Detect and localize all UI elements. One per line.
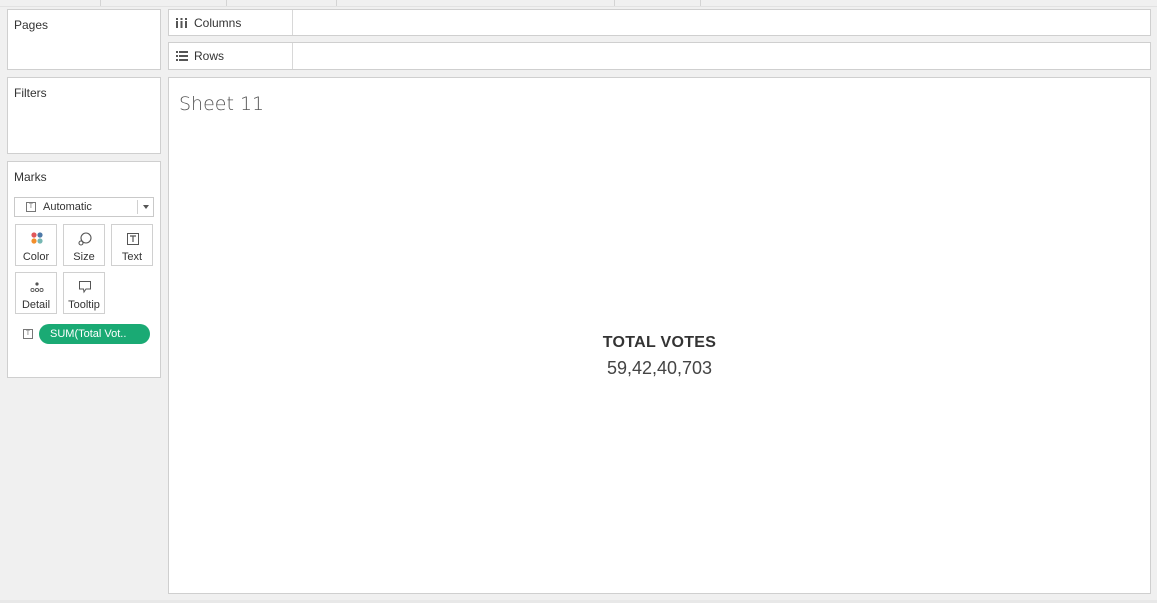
- text-mark-type-icon: T: [26, 202, 36, 212]
- text-icon: [127, 233, 139, 245]
- size-icon: [78, 232, 92, 246]
- rows-shelf-label: Rows: [169, 43, 293, 69]
- rows-label: Rows: [194, 49, 225, 63]
- columns-label: Columns: [194, 15, 242, 30]
- sum-total-votes-pill[interactable]: SUM(Total Vot..: [39, 324, 150, 344]
- text-mark-header[interactable]: TOTAL VOTES: [169, 334, 1150, 352]
- view-canvas[interactable]: Sheet 11 TOTAL VOTES 59,42,40,703: [168, 77, 1151, 594]
- top-tab-strip: [0, 0, 1157, 7]
- marks-field-row: T SUM(Total Vot..: [20, 324, 164, 344]
- tab-divider: [700, 0, 701, 6]
- tooltip-button-label: Tooltip: [68, 299, 100, 311]
- tooltip-icon: [79, 281, 91, 294]
- color-button[interactable]: Color: [15, 224, 57, 266]
- text-encoding-icon[interactable]: T: [23, 329, 33, 339]
- rows-icon: [176, 51, 188, 61]
- columns-shelf-label: Columns: [169, 10, 293, 35]
- tab-divider: [226, 0, 227, 6]
- tab-divider: [100, 0, 101, 6]
- pages-card[interactable]: Pages: [7, 9, 161, 70]
- color-dots-icon: [31, 232, 43, 244]
- text-button-label: Text: [121, 251, 143, 263]
- chevron-down-icon[interactable]: [143, 205, 149, 209]
- detail-button[interactable]: Detail: [15, 272, 57, 314]
- columns-icon: [176, 17, 187, 28]
- mark-type-value: Automatic: [43, 201, 92, 213]
- marks-title: Marks: [14, 170, 47, 184]
- color-button-label: Color: [22, 251, 50, 263]
- pages-title: Pages: [14, 18, 49, 32]
- rows-shelf[interactable]: Rows: [168, 42, 1151, 70]
- filters-title: Filters: [14, 86, 47, 100]
- detail-button-label: Detail: [21, 299, 51, 311]
- tooltip-button[interactable]: Tooltip: [63, 272, 105, 314]
- marks-card: Marks T Automatic Color Size Text Detail…: [7, 161, 161, 378]
- columns-shelf[interactable]: Columns: [168, 9, 1151, 36]
- size-button-label: Size: [73, 251, 95, 263]
- text-mark-value[interactable]: 59,42,40,703: [169, 358, 1150, 379]
- dropdown-divider: [137, 200, 138, 214]
- detail-icon: [30, 282, 44, 293]
- tab-divider: [614, 0, 615, 6]
- size-button[interactable]: Size: [63, 224, 105, 266]
- mark-type-dropdown[interactable]: T Automatic: [14, 197, 154, 217]
- tab-divider: [336, 0, 337, 6]
- sheet-title[interactable]: Sheet 11: [179, 93, 264, 115]
- text-button[interactable]: Text: [111, 224, 153, 266]
- filters-card[interactable]: Filters: [7, 77, 161, 154]
